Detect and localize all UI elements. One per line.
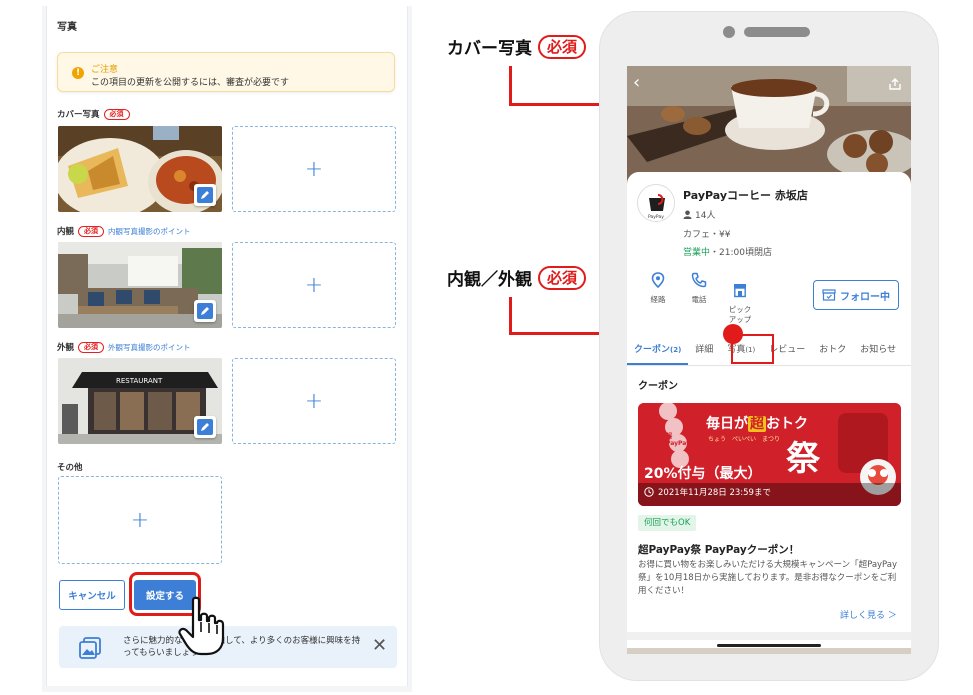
call-action[interactable]: 電話	[686, 272, 712, 305]
repeat-badge: 何回でもOK	[638, 515, 697, 531]
add-cover-photo-box[interactable]: +	[232, 126, 396, 212]
interior-exterior-callout-required: 必須	[538, 265, 587, 290]
cover-callout-line	[509, 66, 512, 106]
add-interior-photo-box[interactable]: +	[232, 242, 396, 328]
exterior-sign: RESTAURANT	[116, 377, 163, 385]
pencil-icon	[197, 303, 213, 319]
store-cover-image	[627, 66, 911, 184]
interior-callout-line	[509, 297, 512, 335]
exterior-label: 外観	[57, 343, 75, 353]
phone-icon	[691, 272, 707, 288]
coupon-banner[interactable]: 毎日が超おトク ちょう ぺいぺい まつり 祭 超PayPay 20%付与（最大）…	[638, 403, 901, 506]
pencil-icon	[197, 187, 213, 203]
exterior-label-row: 外観 必須 外観写真撮影のポイント	[57, 341, 191, 353]
edit-exterior-button[interactable]	[194, 416, 216, 438]
phone-camera	[723, 26, 735, 38]
store-hours-row: 営業中・21:00頃閉店	[683, 245, 772, 258]
warning-icon: !	[72, 67, 84, 79]
interior-hint-link[interactable]: 内観写真撮影のポイント	[108, 226, 191, 237]
plus-icon: +	[304, 388, 324, 414]
phone-speaker	[744, 27, 810, 37]
tab-details[interactable]: 詳細	[688, 338, 720, 365]
review-notice: ! ご注意 この項目の更新を公開するには、審査が必要です	[57, 52, 395, 92]
interior-exterior-callout-label: 内観／外観	[447, 270, 532, 290]
clock-icon	[644, 487, 654, 497]
coupon-heading: クーポン	[638, 381, 678, 392]
tip-banner: さらに魅力的な写真を追加して、より多くのお客様に興味を持ってもらいましょう ✕	[59, 626, 397, 668]
interior-required-badge: 必須	[78, 225, 105, 237]
tab-deals[interactable]: おトク	[812, 338, 853, 365]
plus-icon: +	[304, 156, 324, 182]
hand-pointer-icon	[178, 596, 225, 656]
coupon-title: 超PayPay祭 PayPayクーポン！	[638, 544, 800, 556]
share-icon[interactable]	[889, 78, 901, 90]
other-label: その他	[57, 463, 83, 473]
banner-festival: 祭	[786, 439, 820, 479]
close-icon[interactable]: ✕	[372, 636, 387, 656]
store-name: PayPayコーヒー 赤坂店	[683, 189, 808, 202]
interior-callout-dot	[723, 324, 743, 344]
cover-callout-required: 必須	[538, 34, 587, 59]
photo-gallery-icon	[79, 637, 101, 659]
person-icon	[683, 210, 692, 219]
banner-percent: 20%付与（最大）	[644, 466, 762, 482]
cancel-button[interactable]: キャンセル	[59, 580, 125, 610]
tip-text: さらに魅力的な写真を追加して、より多くのお客様に興味を持ってもらいましょう	[123, 636, 361, 658]
cover-callout-label: カバー写真	[447, 39, 532, 59]
cover-label-row: カバー写真 必須	[57, 108, 130, 120]
back-icon[interactable]: ‹	[633, 72, 640, 93]
followers-count: 14人	[695, 211, 716, 221]
follow-store-icon	[822, 289, 836, 301]
next-card-peek	[627, 648, 911, 654]
open-status: 営業中	[683, 248, 711, 258]
edit-cover-button[interactable]	[194, 184, 216, 206]
edit-interior-button[interactable]	[194, 300, 216, 322]
add-exterior-photo-box[interactable]: +	[232, 358, 396, 444]
tab-news[interactable]: お知らせ	[853, 338, 903, 365]
pickup-label: ピック アップ	[728, 305, 752, 324]
pin-icon	[651, 272, 665, 289]
logo-text: PayPay	[648, 214, 664, 220]
interior-exterior-callout: 内観／外観 必須	[447, 265, 587, 290]
add-other-photo-box[interactable]: +	[58, 476, 222, 564]
route-action[interactable]: 経路	[645, 272, 671, 305]
photo-editor-panel: 写真 ! ご注意 この項目の更新を公開するには、審査が必要です カバー写真 必須…	[46, 6, 408, 686]
follow-label: フォロー中	[840, 291, 890, 303]
section-divider	[627, 632, 911, 640]
store-icon	[734, 284, 746, 298]
see-more-link[interactable]: 詳しく見る ＞	[840, 608, 897, 621]
coupon-description: お得に買い物をお楽しみいただける大規模キャンペーン「超PayPay祭」を10月1…	[638, 560, 898, 596]
interior-photo[interactable]	[58, 242, 222, 328]
route-label: 経路	[650, 295, 666, 304]
notice-title: ご注意	[91, 65, 119, 75]
cover-photo[interactable]	[58, 126, 222, 212]
banner-furigana: ちょう ぺいぺい まつり	[708, 436, 781, 443]
home-indicator	[717, 644, 821, 647]
exterior-photo[interactable]: RESTAURANT	[58, 358, 222, 444]
cover-label: カバー写真	[57, 110, 100, 120]
coffee-logo-icon: PayPay	[639, 186, 674, 221]
plus-icon: +	[304, 272, 324, 298]
interior-label-row: 内観 必須 内観写真撮影のポイント	[57, 225, 191, 237]
follow-button[interactable]: フォロー中	[813, 280, 899, 310]
closing-time: ・21:00頃閉店	[710, 248, 772, 258]
exterior-hint-link[interactable]: 外観写真撮影のポイント	[108, 342, 191, 353]
section-title: 写真	[57, 22, 77, 33]
exterior-required-badge: 必須	[78, 341, 105, 353]
interior-label: 内観	[57, 227, 75, 237]
followers-row: 14人	[683, 208, 715, 221]
store-category: カフェ・¥¥	[683, 230, 731, 240]
pencil-icon	[197, 419, 213, 435]
store-logo: PayPay	[637, 184, 675, 222]
banner-badge: 超PayPay	[666, 433, 691, 447]
cover-required-badge: 必須	[103, 108, 130, 120]
banner-headline: 毎日が超おトク	[706, 416, 808, 432]
tab-coupon[interactable]: クーポン(2)	[627, 338, 689, 365]
cover-photo-callout: カバー写真 必須	[447, 34, 587, 59]
banner-deadline: 2021年11月28日 23:59まで	[644, 486, 771, 498]
store-info-card: PayPay PayPayコーヒー 赤坂店 14人 カフェ・¥¥ 営業中・21:…	[627, 172, 911, 352]
call-label: 電話	[691, 295, 707, 304]
notice-text: この項目の更新を公開するには、審査が必要です	[91, 78, 290, 88]
plus-icon: +	[130, 507, 150, 533]
